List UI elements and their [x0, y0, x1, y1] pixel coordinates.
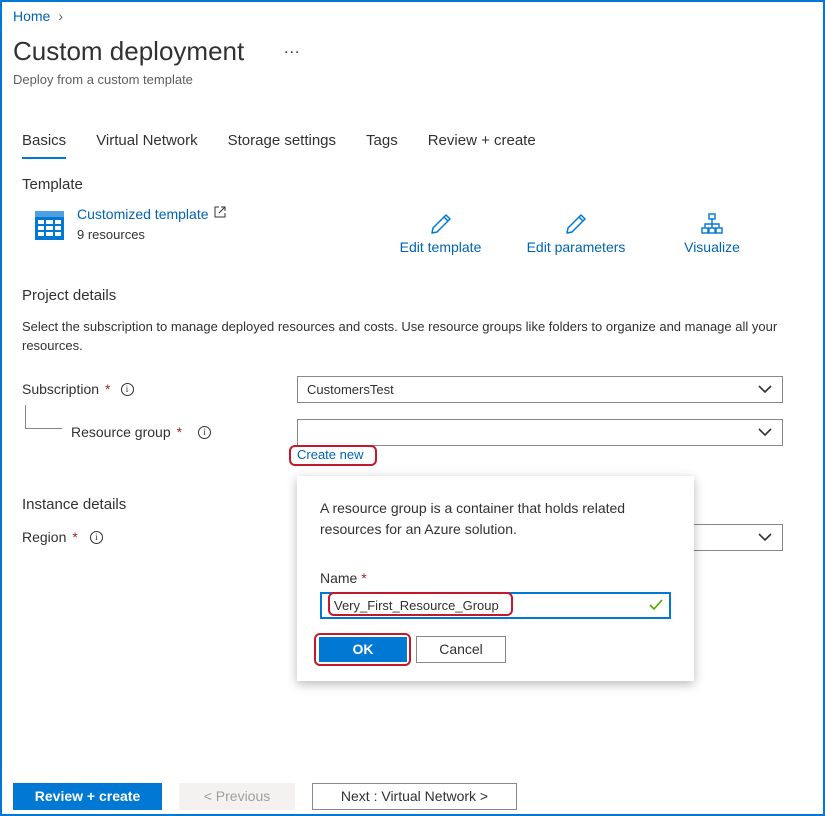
subscription-value: CustomersTest — [307, 382, 394, 397]
tab-bar: Basics Virtual Network Storage settings … — [22, 132, 566, 159]
external-link-icon — [214, 206, 226, 218]
chevron-down-icon — [758, 533, 772, 542]
info-icon[interactable]: i — [120, 382, 134, 396]
popup-name-label-text: Name — [320, 570, 358, 586]
resource-group-label: Resource group * i — [71, 424, 212, 440]
instance-details-heading: Instance details — [22, 496, 127, 513]
visualize-label: Visualize — [684, 239, 740, 255]
required-marker: * — [361, 570, 367, 586]
cancel-button[interactable]: Cancel — [416, 636, 506, 663]
customized-template-link[interactable]: Customized template — [77, 206, 226, 222]
tab-virtual-network[interactable]: Virtual Network — [96, 132, 197, 159]
region-label-text: Region — [22, 529, 67, 545]
subscription-label-text: Subscription — [22, 381, 100, 397]
chevron-down-icon — [758, 428, 772, 437]
previous-button[interactable]: < Previous — [179, 783, 295, 810]
subscription-dropdown[interactable]: CustomersTest — [297, 376, 783, 403]
info-icon[interactable]: i — [89, 530, 103, 544]
customized-template-label: Customized template — [77, 206, 209, 222]
page-subtitle: Deploy from a custom template — [13, 72, 193, 87]
tab-storage-settings[interactable]: Storage settings — [228, 132, 336, 159]
tab-tags[interactable]: Tags — [366, 132, 398, 159]
window-frame — [0, 0, 825, 816]
template-grid-icon — [35, 211, 64, 240]
checkmark-icon — [649, 599, 663, 611]
hierarchy-icon — [701, 213, 723, 234]
project-details-description: Select the subscription to manage deploy… — [22, 319, 778, 353]
template-resource-count: 9 resources — [77, 227, 145, 242]
subscription-label: Subscription * i — [22, 381, 134, 397]
template-heading: Template — [22, 176, 83, 193]
resource-group-label-text: Resource group — [71, 424, 171, 440]
edit-template-label: Edit template — [399, 239, 482, 255]
more-options-button[interactable]: ... — [284, 40, 300, 58]
pencil-icon — [430, 214, 451, 234]
tab-review-create[interactable]: Review + create — [428, 132, 536, 159]
tab-basics[interactable]: Basics — [22, 132, 67, 159]
region-label: Region * i — [22, 529, 103, 545]
create-resource-group-popup: A resource group is a container that hol… — [297, 476, 694, 681]
tree-connector — [25, 405, 26, 429]
info-icon[interactable]: i — [198, 425, 212, 439]
popup-description: A resource group is a container that hol… — [320, 500, 626, 537]
resource-group-dropdown[interactable] — [297, 419, 783, 446]
breadcrumb-home-link[interactable]: Home — [13, 8, 50, 24]
tree-connector — [25, 428, 62, 429]
project-details-heading: Project details — [22, 287, 117, 304]
visualize-button[interactable]: Visualize — [677, 212, 747, 255]
popup-name-label: Name * — [320, 570, 367, 586]
create-new-link[interactable]: Create new — [297, 447, 363, 462]
chevron-down-icon — [758, 385, 772, 394]
required-marker: * — [72, 529, 78, 545]
edit-template-button[interactable]: Edit template — [393, 212, 488, 255]
required-marker: * — [105, 381, 111, 397]
edit-parameters-label: Edit parameters — [526, 239, 626, 255]
edit-parameters-button[interactable]: Edit parameters — [521, 212, 631, 255]
name-input-highlight — [328, 592, 513, 616]
page-title: Custom deployment — [13, 36, 245, 66]
ok-button[interactable]: OK — [319, 637, 407, 662]
next-virtual-network-button[interactable]: Next : Virtual Network > — [312, 783, 517, 810]
required-marker: * — [176, 424, 183, 440]
breadcrumb: Home › — [13, 8, 63, 24]
chevron-right-icon: › — [58, 8, 64, 24]
pencil-icon — [566, 214, 586, 234]
review-create-button[interactable]: Review + create — [13, 783, 162, 810]
